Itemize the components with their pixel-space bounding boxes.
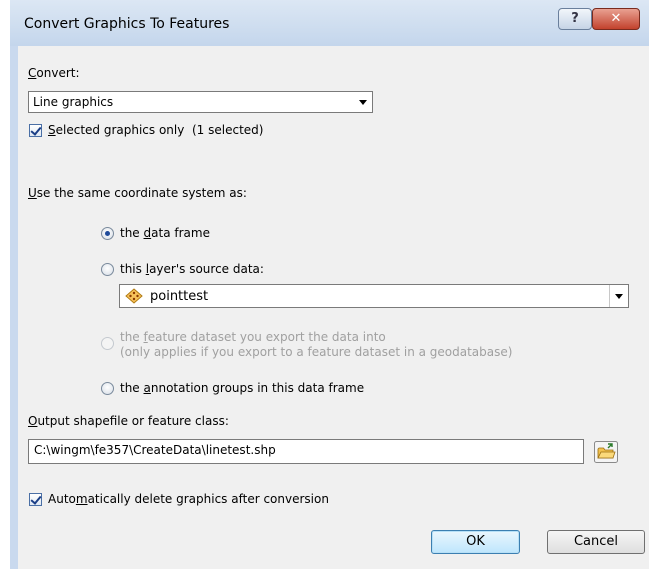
- convert-label: Convert:: [28, 66, 80, 80]
- coordinate-label: Use the same coordinate system as:: [28, 186, 247, 200]
- cancel-button[interactable]: Cancel: [547, 530, 645, 554]
- radio-annotation-groups-label: the annotation groups in this data frame: [120, 381, 365, 395]
- point-layer-icon: [125, 288, 143, 304]
- chevron-down-icon[interactable]: [609, 285, 628, 307]
- feature-dataset-label-line2: (only applies if you export to a feature…: [120, 345, 513, 359]
- layer-select[interactable]: pointtest: [119, 284, 629, 308]
- selected-count: (1 selected): [191, 123, 264, 137]
- ok-button[interactable]: OK: [431, 530, 520, 554]
- selected-only-checkbox[interactable]: [29, 124, 42, 137]
- title-bar: Convert Graphics To Features ? ✕: [10, 0, 649, 46]
- output-path-field[interactable]: C:\wingm\fe357\CreateData\linetest.shp: [28, 439, 584, 464]
- close-button[interactable]: ✕: [592, 8, 640, 30]
- radio-data-frame-label: the data frame: [120, 226, 210, 240]
- layer-select-value: pointtest: [150, 289, 209, 304]
- radio-data-frame[interactable]: [101, 227, 114, 240]
- help-button[interactable]: ?: [558, 8, 592, 30]
- radio-feature-dataset[interactable]: [101, 337, 114, 350]
- convert-select[interactable]: Line graphics: [28, 91, 373, 113]
- output-label: Output shapefile or feature class:: [28, 414, 229, 428]
- window-title: Convert Graphics To Features: [24, 16, 230, 32]
- dialog-body: Convert: Line graphics Selected graphics…: [18, 46, 649, 569]
- auto-delete-label: Automatically delete graphics after conv…: [48, 492, 329, 506]
- radio-feature-dataset-label: the feature dataset you export the data …: [120, 330, 512, 360]
- auto-delete-checkbox[interactable]: [29, 493, 42, 506]
- convert-select-value: Line graphics: [33, 95, 114, 109]
- dialog-window: Convert Graphics To Features ? ✕ Convert…: [10, 0, 649, 569]
- open-folder-icon[interactable]: [594, 441, 618, 463]
- feature-dataset-label-line1: the feature dataset you export the data …: [120, 330, 386, 344]
- radio-annotation-groups[interactable]: [101, 382, 114, 395]
- chevron-down-icon[interactable]: [354, 92, 372, 112]
- radio-layer-source-label: this layer's source data:: [120, 262, 264, 276]
- selected-only-label: Selected graphics only (1 selected): [48, 123, 264, 137]
- radio-layer-source[interactable]: [101, 263, 114, 276]
